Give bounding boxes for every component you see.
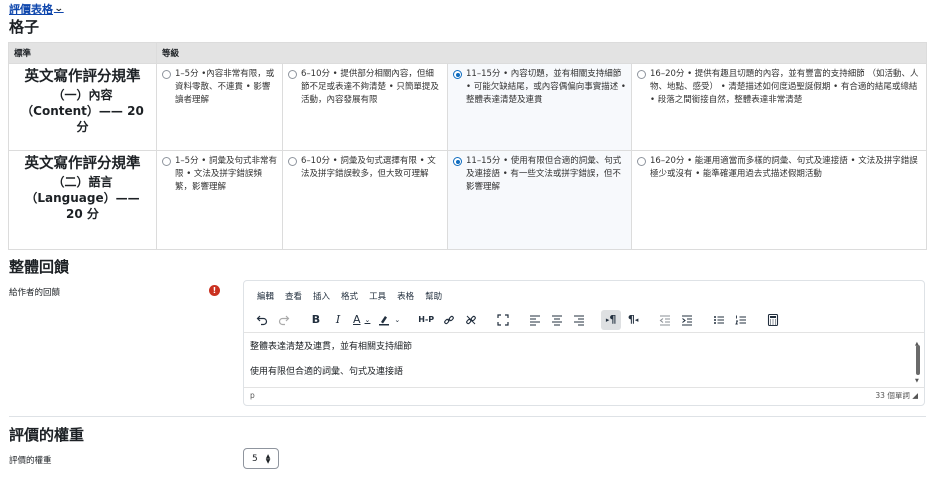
level-cell[interactable]: 16–20分 • 能運用適當而多樣的詞彙、句式及連接語 • 文法及拼字錯誤極少或… — [630, 150, 928, 250]
link-icon[interactable] — [439, 310, 459, 330]
editor-scrollbar[interactable]: ▲ ▼ — [915, 339, 921, 385]
weight-select-value: 5 — [252, 453, 258, 464]
font-color-button[interactable]: A ⌄ — [350, 310, 373, 330]
level-radio[interactable] — [288, 70, 297, 79]
calculator-icon[interactable] — [763, 310, 783, 330]
menu-insert[interactable]: 插入 — [313, 290, 330, 307]
feedback-editor: 編輯 查看 插入 格式 工具 表格 幫助 B I A ⌄ ⌄ H-P ▸ ¶ ¶ ◂ — [243, 280, 925, 406]
level-cell[interactable]: 16–20分 • 提供有趣且切題的內容，並有豐富的支持細節 （如活動、人物、地點… — [630, 63, 928, 151]
level-cell-selected[interactable]: 11–15分 • 內容切題，並有相關支持細節 • 可能欠缺結尾，或內容偶偏向事實… — [447, 63, 632, 151]
level-radio[interactable] — [162, 70, 171, 79]
criterion-subtitle: （二）語言 — [52, 175, 113, 189]
level-text: 1–5分 • 詞彙及句式非常有限 • 文法及拼字錯誤頻繁，影響理解 — [175, 156, 277, 192]
section-title-rubric: 格子 — [9, 18, 40, 36]
word-count[interactable]: 33 個單詞 — [875, 391, 909, 400]
level-radio[interactable] — [288, 157, 297, 166]
editor-statusbar: p 33 個單詞 ◢ — [244, 387, 924, 403]
criterion-language: 英文寫作評分規準 （二）語言 （Language）—— 20 分 — [8, 150, 157, 250]
criterion-subtitle: 20 分 — [66, 207, 99, 221]
scrollbar-thumb[interactable] — [916, 345, 920, 375]
rtl-pilcrow-icon: ¶ — [627, 313, 635, 326]
level-text: 1–5分 •內容非常有限，或資料零散、不連貫 • 影響讀者理解 — [175, 69, 275, 105]
rubric-header-levels: 等級 — [155, 42, 928, 64]
criterion-subtitle: （一）內容 — [52, 88, 113, 102]
level-text: 16–20分 • 提供有趣且切題的內容，並有豐富的支持細節 （如活動、人物、地點… — [650, 69, 919, 105]
level-cell[interactable]: 1–5分 •內容非常有限，或資料零散、不連貫 • 影響讀者理解 — [156, 63, 283, 151]
level-radio[interactable] — [637, 70, 646, 79]
select-arrows-icon: ▲ ▼ — [265, 452, 271, 465]
element-path[interactable]: p — [250, 391, 255, 400]
align-left-icon[interactable] — [525, 310, 545, 330]
criterion-subtitle: 分 — [76, 120, 89, 134]
resize-handle-icon[interactable]: ◢ — [912, 391, 918, 400]
level-radio-selected[interactable] — [453, 157, 462, 166]
chevron-down-icon[interactable]: ⌄ — [394, 316, 400, 324]
level-text: 11–15分 • 內容切題，並有相關支持細節 • 可能欠缺結尾，或內容偶偏向事實… — [466, 69, 626, 105]
level-cell[interactable]: 6–10分 • 詞彙及句式選擇有限 • 文法及拼字錯誤較多，但大致可理解 — [282, 150, 448, 250]
italic-button[interactable]: I — [328, 310, 348, 330]
rubric-row-language: 英文寫作評分規準 （二）語言 （Language）—— 20 分 1–5分 • … — [8, 150, 928, 250]
align-right-icon[interactable] — [569, 310, 589, 330]
undo-icon[interactable] — [252, 310, 272, 330]
bold-button[interactable]: B — [306, 310, 326, 330]
fullscreen-icon[interactable] — [493, 310, 513, 330]
level-cell-selected[interactable]: 11–15分 • 使用有限但合適的詞彙、句式及連接語 • 有一些文法或拼字錯誤，… — [447, 150, 632, 250]
highlighter-icon — [379, 315, 390, 325]
menu-tools[interactable]: 工具 — [369, 290, 386, 307]
rubric-table: 標準 等級 英文寫作評分規準 （一）內容 （Content）—— 20 分 1–… — [8, 42, 928, 250]
align-center-icon[interactable] — [547, 310, 567, 330]
menu-view[interactable]: 查看 — [285, 290, 302, 307]
section-title-feedback: 整體回饋 — [9, 258, 70, 276]
indent-icon[interactable] — [677, 310, 697, 330]
scroll-down-icon[interactable]: ▼ — [915, 375, 919, 388]
rubric-header-criteria: 標準 — [8, 42, 157, 64]
menu-help[interactable]: 幫助 — [425, 290, 442, 307]
exclamation-circle-icon: ! — [209, 285, 220, 296]
chevron-down-icon[interactable]: ⌄ — [54, 4, 64, 14]
menu-table[interactable]: 表格 — [397, 290, 414, 307]
redo-icon[interactable] — [274, 310, 294, 330]
criterion-title: 英文寫作評分規準 — [24, 69, 141, 85]
editor-menubar: 編輯 查看 插入 格式 工具 表格 幫助 — [244, 281, 924, 307]
level-radio[interactable] — [162, 157, 171, 166]
weight-label: 評價的權重 — [9, 456, 52, 466]
highlight-color-button[interactable]: ⌄ — [375, 310, 403, 330]
feedback-label: 給作者的回饋 — [9, 288, 61, 298]
outdent-icon[interactable] — [655, 310, 675, 330]
level-radio-selected[interactable] — [453, 70, 462, 79]
assessment-form-toggle[interactable]: 評價表格 ⌄ — [9, 1, 64, 17]
editor-paragraph[interactable]: 整體表達清楚及連貫，並有相關支持細節 — [250, 341, 918, 354]
level-cell[interactable]: 6–10分 • 提供部分相關內容，但細節不足或表達不夠清楚 • 只簡單提及活動，… — [282, 63, 448, 151]
editor-toolbar: B I A ⌄ ⌄ H-P ▸ ¶ ¶ ◂ — [244, 307, 924, 333]
rubric-row-content: 英文寫作評分規準 （一）內容 （Content）—— 20 分 1–5分 •內容… — [8, 63, 928, 151]
font-color-letter: A — [353, 313, 361, 326]
numbered-list-icon[interactable] — [731, 310, 751, 330]
criterion-subtitle: （Language）—— — [25, 191, 140, 205]
level-radio[interactable] — [637, 157, 646, 166]
menu-edit[interactable]: 編輯 — [257, 290, 274, 307]
chevron-down-icon[interactable]: ⌄ — [365, 316, 371, 324]
unlink-icon[interactable] — [461, 310, 481, 330]
rtl-arrow-icon: ◂ — [634, 315, 639, 324]
section-title-weight: 評價的權重 — [9, 426, 85, 444]
weight-select[interactable]: 5 ▲ ▼ — [243, 448, 279, 469]
bullet-list-icon[interactable] — [709, 310, 729, 330]
editor-content-area[interactable]: 整體表達清楚及連貫，並有相關支持細節 使用有限但合適的詞彙、句式及連接語 ▲ ▼ — [244, 333, 924, 387]
rtl-button[interactable]: ¶ ◂ — [623, 310, 643, 330]
ltr-pilcrow-icon: ¶ — [609, 313, 617, 326]
hp-button[interactable]: H-P — [415, 310, 437, 330]
criterion-subtitle: （Content）—— 20 — [21, 104, 144, 118]
criterion-content: 英文寫作評分規準 （一）內容 （Content）—— 20 分 — [8, 63, 157, 151]
criterion-title: 英文寫作評分規準 — [24, 156, 141, 172]
level-text: 16–20分 • 能運用適當而多樣的詞彙、句式及連接語 • 文法及拼字錯誤極少或… — [650, 156, 918, 179]
section-divider — [9, 416, 926, 417]
level-cell[interactable]: 1–5分 • 詞彙及句式非常有限 • 文法及拼字錯誤頻繁，影響理解 — [156, 150, 283, 250]
level-text: 6–10分 • 詞彙及句式選擇有限 • 文法及拼字錯誤較多，但大致可理解 — [301, 156, 436, 179]
menu-format[interactable]: 格式 — [341, 290, 358, 307]
editor-paragraph[interactable]: 使用有限但合適的詞彙、句式及連接語 — [250, 366, 918, 379]
assessment-form-label[interactable]: 評價表格 — [9, 1, 53, 17]
level-text: 6–10分 • 提供部分相關內容，但細節不足或表達不夠清楚 • 只簡單提及活動，… — [301, 69, 439, 105]
ltr-button[interactable]: ▸ ¶ — [601, 309, 622, 330]
level-text: 11–15分 • 使用有限但合適的詞彙、句式及連接語 • 有一些文法或拼字錯誤，… — [466, 156, 622, 192]
